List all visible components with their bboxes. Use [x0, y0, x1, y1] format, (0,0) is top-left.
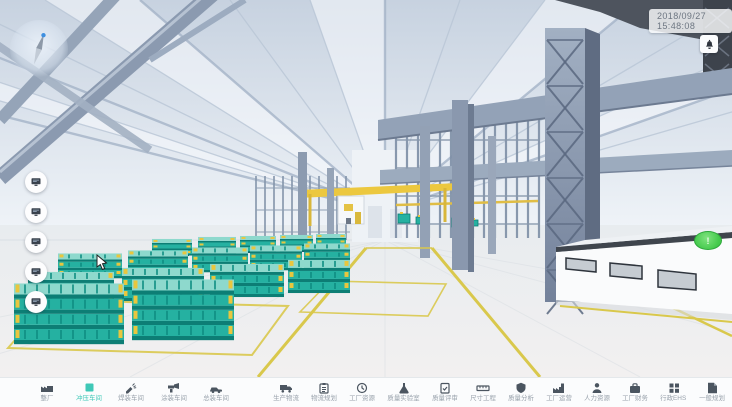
- doc-check-icon: [438, 382, 452, 394]
- monitor-icon: [30, 206, 42, 218]
- module-tab-hr[interactable]: 人力资源: [583, 382, 611, 403]
- module-tab-label: 工厂财务: [623, 395, 649, 402]
- monitor-icon: [30, 176, 42, 188]
- module-tab-finance[interactable]: 工厂财务: [621, 382, 649, 403]
- module-tab-quality-analysis[interactable]: 质量分析: [507, 382, 535, 403]
- workshop-tabs: 整厂 冲压车间 焊装车间 涂装车间 总装车间: [34, 378, 230, 407]
- module-tab-label: 质量分析: [508, 395, 534, 402]
- module-tab-label: 物流规划: [311, 395, 337, 402]
- module-tab-label: 质量评审: [432, 395, 458, 402]
- workshop-tab-welding[interactable]: 焊装车间: [117, 382, 145, 403]
- clipboard-icon: [317, 382, 331, 394]
- workshop-tab-plant[interactable]: 整厂: [34, 382, 60, 403]
- workshop-tab-label: 冲压车间: [76, 395, 102, 402]
- module-tabs: 生产物流 物流规划 工厂资源 质量实验室 质量评审 尺寸工程: [272, 378, 726, 407]
- truck-icon: [279, 382, 293, 394]
- module-tab-label: 行政EHS: [661, 395, 687, 402]
- monitor-icon: [30, 236, 42, 248]
- module-tab-label: 人力资源: [584, 395, 610, 402]
- painting-shop-icon: [167, 382, 181, 394]
- dashboard-button-4[interactable]: [25, 261, 47, 283]
- module-tab-dimension[interactable]: 尺寸工程: [469, 382, 497, 403]
- status-marker-green[interactable]: !: [694, 231, 722, 250]
- person-icon: [590, 382, 604, 394]
- plant-overview-icon: [40, 382, 54, 394]
- shield-icon: [514, 382, 528, 394]
- compass-widget[interactable]: [10, 20, 68, 78]
- workshop-tab-stamping[interactable]: 冲压车间: [75, 382, 103, 403]
- module-tab-quality-review[interactable]: 质量评审: [431, 382, 459, 403]
- workshop-tab-label: 总装车间: [203, 395, 229, 402]
- timestamp: 2018/09/27 15:48:08: [649, 9, 732, 33]
- notification-button[interactable]: [700, 35, 718, 53]
- module-tab-label: 生产物流: [273, 395, 299, 402]
- dashboard-button-5[interactable]: [25, 291, 47, 313]
- bottom-toolbar: 整厂 冲压车间 焊装车间 涂装车间 总装车间 生产物流: [0, 377, 732, 407]
- module-tab-logistics[interactable]: 生产物流: [272, 382, 300, 403]
- module-tab-general-planning[interactable]: 一般规划: [698, 382, 726, 403]
- factory-scene: [0, 0, 732, 377]
- monitor-icon: [30, 296, 42, 308]
- grid-icon: [667, 382, 681, 394]
- compass-needle-icon: [27, 31, 51, 68]
- assembly-shop-icon: [209, 382, 223, 394]
- dashboard-button-2[interactable]: [25, 201, 47, 223]
- status-marker-label: !: [707, 236, 710, 246]
- welding-shop-icon: [124, 382, 138, 394]
- ruler-icon: [476, 382, 490, 394]
- module-tab-logistics-planning[interactable]: 物流规划: [310, 382, 338, 403]
- clock-icon: [355, 382, 369, 394]
- workshop-tab-label: 涂装车间: [161, 395, 187, 402]
- workshop-tab-assembly[interactable]: 总装车间: [202, 382, 230, 403]
- module-tab-label: 工厂运营: [546, 395, 572, 402]
- digital-twin-app: 2018/09/27 15:48:08 ! 整厂: [0, 0, 732, 407]
- module-tab-quality-lab[interactable]: 质量实验室: [386, 382, 421, 403]
- monitor-icon: [30, 266, 42, 278]
- module-tab-label: 一般规划: [699, 395, 725, 402]
- factory-icon: [552, 382, 566, 394]
- module-tab-operations[interactable]: 工厂运营: [545, 382, 573, 403]
- workshop-tab-painting[interactable]: 涂装车间: [160, 382, 188, 403]
- module-tab-ehs[interactable]: 行政EHS: [659, 382, 687, 403]
- module-tab-resources[interactable]: 工厂资源: [348, 382, 376, 403]
- flask-icon: [397, 382, 411, 394]
- module-tab-label: 质量实验室: [388, 395, 420, 402]
- module-tab-label: 工厂资源: [349, 395, 375, 402]
- briefcase-icon: [628, 382, 642, 394]
- module-tab-label: 尺寸工程: [470, 395, 496, 402]
- document-icon: [705, 382, 719, 394]
- bell-icon: [704, 39, 715, 50]
- workshop-tab-label: 整厂: [41, 395, 54, 402]
- stamping-shop-icon: [82, 382, 96, 394]
- workshop-tab-label: 焊装车间: [118, 395, 144, 402]
- dashboard-button-1[interactable]: [25, 171, 47, 193]
- dashboard-button-3[interactable]: [25, 231, 47, 253]
- 3d-viewport[interactable]: [0, 0, 732, 377]
